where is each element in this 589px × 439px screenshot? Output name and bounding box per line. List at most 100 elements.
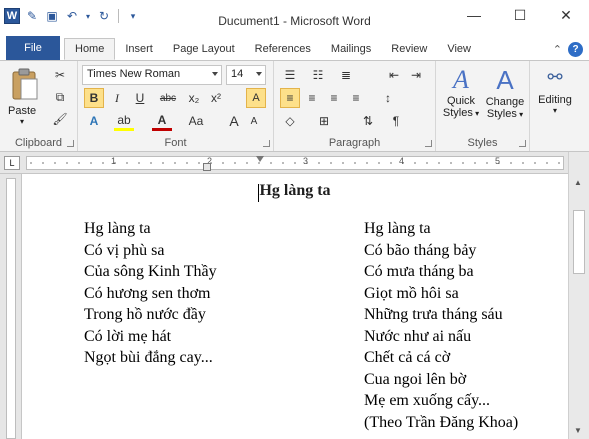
copy-icon[interactable]: ⧉ (50, 87, 70, 107)
vertical-ruler-strip (6, 178, 16, 439)
align-right-icon[interactable]: ≡ (324, 88, 344, 108)
paragraph-launcher-icon[interactable] (425, 140, 432, 147)
cut-icon[interactable]: ✂ (50, 65, 70, 85)
first-line-indent-icon[interactable] (256, 156, 264, 162)
superscript-button[interactable]: x² (206, 88, 226, 108)
help-icon[interactable]: ? (568, 42, 583, 57)
ribbon-tabs: File Home Insert Page Layout References … (0, 36, 589, 60)
document-page[interactable]: Hg làng ta Hg làng ta Có vị phù sa Của sôn… (22, 174, 568, 439)
poem-line[interactable]: Của sông Kinh Thầy (84, 261, 217, 283)
horizontal-ruler[interactable]: 1 2 3 4 5 (26, 156, 564, 171)
poem-line[interactable]: Nước như ai nấu (364, 326, 518, 348)
font-size-combo[interactable]: 14 (226, 65, 266, 85)
line-spacing-icon[interactable]: ↕ (378, 88, 398, 108)
show-marks-icon[interactable]: ¶ (386, 111, 406, 131)
poem-line[interactable]: Mẹ em xuống cấy... (364, 390, 518, 412)
paragraph-group-label: Paragraph (328, 137, 381, 149)
tab-file[interactable]: File (6, 36, 60, 60)
minimize-icon[interactable]: — (451, 0, 497, 30)
scroll-up-icon[interactable]: ▲ (574, 178, 582, 187)
tab-references[interactable]: References (245, 38, 321, 60)
borders-icon[interactable]: ⊞ (314, 111, 334, 131)
poem-right-column[interactable]: Hg làng ta Có bão tháng bảy Có mưa tháng b… (364, 218, 518, 433)
quick-styles-button[interactable]: A Quick Styles ▾ (440, 65, 482, 129)
chevron-down-icon[interactable]: ▾ (517, 110, 523, 119)
change-styles-label: Change (485, 96, 525, 108)
grow-font-button[interactable]: A (224, 111, 244, 131)
change-styles-button[interactable]: A Change Styles ▾ (484, 65, 526, 129)
chevron-down-icon[interactable]: ▾ (532, 106, 578, 115)
styles-group: A Quick Styles ▾ A Change Styles ▾ Style… (436, 61, 530, 151)
align-center-icon[interactable]: ≡ (302, 88, 322, 108)
numbering-icon[interactable]: ☷ (308, 65, 328, 85)
poem-line[interactable]: Có vị phù sa (84, 240, 217, 262)
clipboard-launcher-icon[interactable] (67, 140, 74, 147)
format-painter-icon[interactable]: 🖌 (50, 109, 70, 129)
vertical-ruler[interactable] (0, 174, 22, 439)
tab-review[interactable]: Review (381, 38, 437, 60)
clear-formatting-icon[interactable]: A (246, 88, 266, 108)
paste-button[interactable]: Paste ▾ (6, 65, 44, 127)
text-effects-icon[interactable]: A (84, 111, 104, 131)
poem-line[interactable]: Có lời mẹ hát (84, 326, 217, 348)
font-size-value: 14 (231, 68, 244, 80)
shrink-font-button[interactable]: A (244, 111, 264, 131)
editing-button[interactable]: ⚯ Editing ▾ (532, 65, 578, 129)
poem-line[interactable]: Hg làng ta (84, 218, 217, 240)
font-launcher-icon[interactable] (263, 140, 270, 147)
tab-mailings[interactable]: Mailings (321, 38, 381, 60)
poem-line[interactable]: (Theo Trần Đăng Khoa) (364, 412, 518, 434)
align-left-icon[interactable]: ≡ (280, 88, 300, 108)
clipboard-paste-icon (12, 68, 38, 100)
italic-button[interactable]: I (107, 88, 127, 108)
sort-icon[interactable]: ⇅ (358, 111, 378, 131)
font-group: Times New Roman 14 B I U abc x₂ x² A A a… (78, 61, 274, 151)
change-case-button[interactable]: Aa (186, 111, 206, 131)
poem-left-column[interactable]: Hg làng ta Có vị phù sa Của sông Kinh Thầy… (84, 218, 217, 369)
vertical-scrollbar[interactable]: ▲ ▼ (568, 152, 589, 439)
tab-view[interactable]: View (437, 38, 481, 60)
poem-line[interactable]: Ngọt bùi đắng cay... (84, 347, 217, 369)
poem-line[interactable]: Những trưa tháng sáu (364, 304, 518, 326)
decrease-indent-icon[interactable]: ⇤ (384, 65, 404, 85)
tab-insert[interactable]: Insert (115, 38, 163, 60)
strikethrough-button[interactable]: abc (158, 88, 178, 108)
maximize-icon[interactable]: ☐ (497, 0, 543, 30)
tab-home[interactable]: Home (64, 38, 116, 60)
tab-selector-icon[interactable]: L (4, 156, 20, 170)
poem-line[interactable]: Có mưa tháng ba (364, 261, 518, 283)
poem-line[interactable]: Chết cả cá cờ (364, 347, 518, 369)
highlight-icon[interactable]: ab (114, 111, 134, 131)
poem-line[interactable]: Có hương sen thơm (84, 283, 217, 305)
poem-line[interactable]: Trong hồ nước đầy (84, 304, 217, 326)
bold-button[interactable]: B (84, 88, 104, 108)
document-title[interactable]: Hg làng ta (22, 182, 568, 200)
poem-line[interactable]: Giọt mồ hôi sa (364, 283, 518, 305)
underline-button[interactable]: U (130, 88, 150, 108)
scrollbar-thumb[interactable] (573, 210, 585, 274)
paste-label: Paste (8, 105, 37, 117)
poem-line[interactable]: Hg làng ta (364, 218, 518, 240)
close-icon[interactable]: ✕ (543, 0, 589, 30)
styles-launcher-icon[interactable] (519, 140, 526, 147)
chevron-down-icon[interactable]: ▾ (473, 109, 479, 118)
bullets-icon[interactable]: ☰ (280, 65, 300, 85)
collapse-ribbon-icon[interactable]: ⌃ (553, 43, 562, 56)
text-cursor (258, 184, 259, 202)
chevron-down-icon[interactable] (212, 72, 218, 76)
increase-indent-icon[interactable]: ⇥ (406, 65, 426, 85)
shading-icon[interactable]: ◇ (280, 111, 300, 131)
poem-line[interactable]: Cua ngoi lên bờ (364, 369, 518, 391)
subscript-button[interactable]: x₂ (184, 88, 204, 108)
font-name-combo[interactable]: Times New Roman (82, 65, 222, 85)
font-color-icon[interactable]: A (152, 111, 172, 131)
poem-line[interactable]: Có bão tháng bảy (364, 240, 518, 262)
paste-dropdown-icon[interactable]: ▾ (20, 117, 24, 126)
justify-icon[interactable]: ≡ (346, 88, 366, 108)
chevron-down-icon[interactable] (256, 72, 262, 76)
tab-page-layout[interactable]: Page Layout (163, 38, 245, 60)
multilevel-list-icon[interactable]: ≣ (336, 65, 356, 85)
indent-marker-icon[interactable] (203, 163, 211, 171)
scroll-down-icon[interactable]: ▼ (574, 426, 582, 435)
horizontal-ruler-area: L 1 2 3 4 5 (0, 152, 589, 174)
